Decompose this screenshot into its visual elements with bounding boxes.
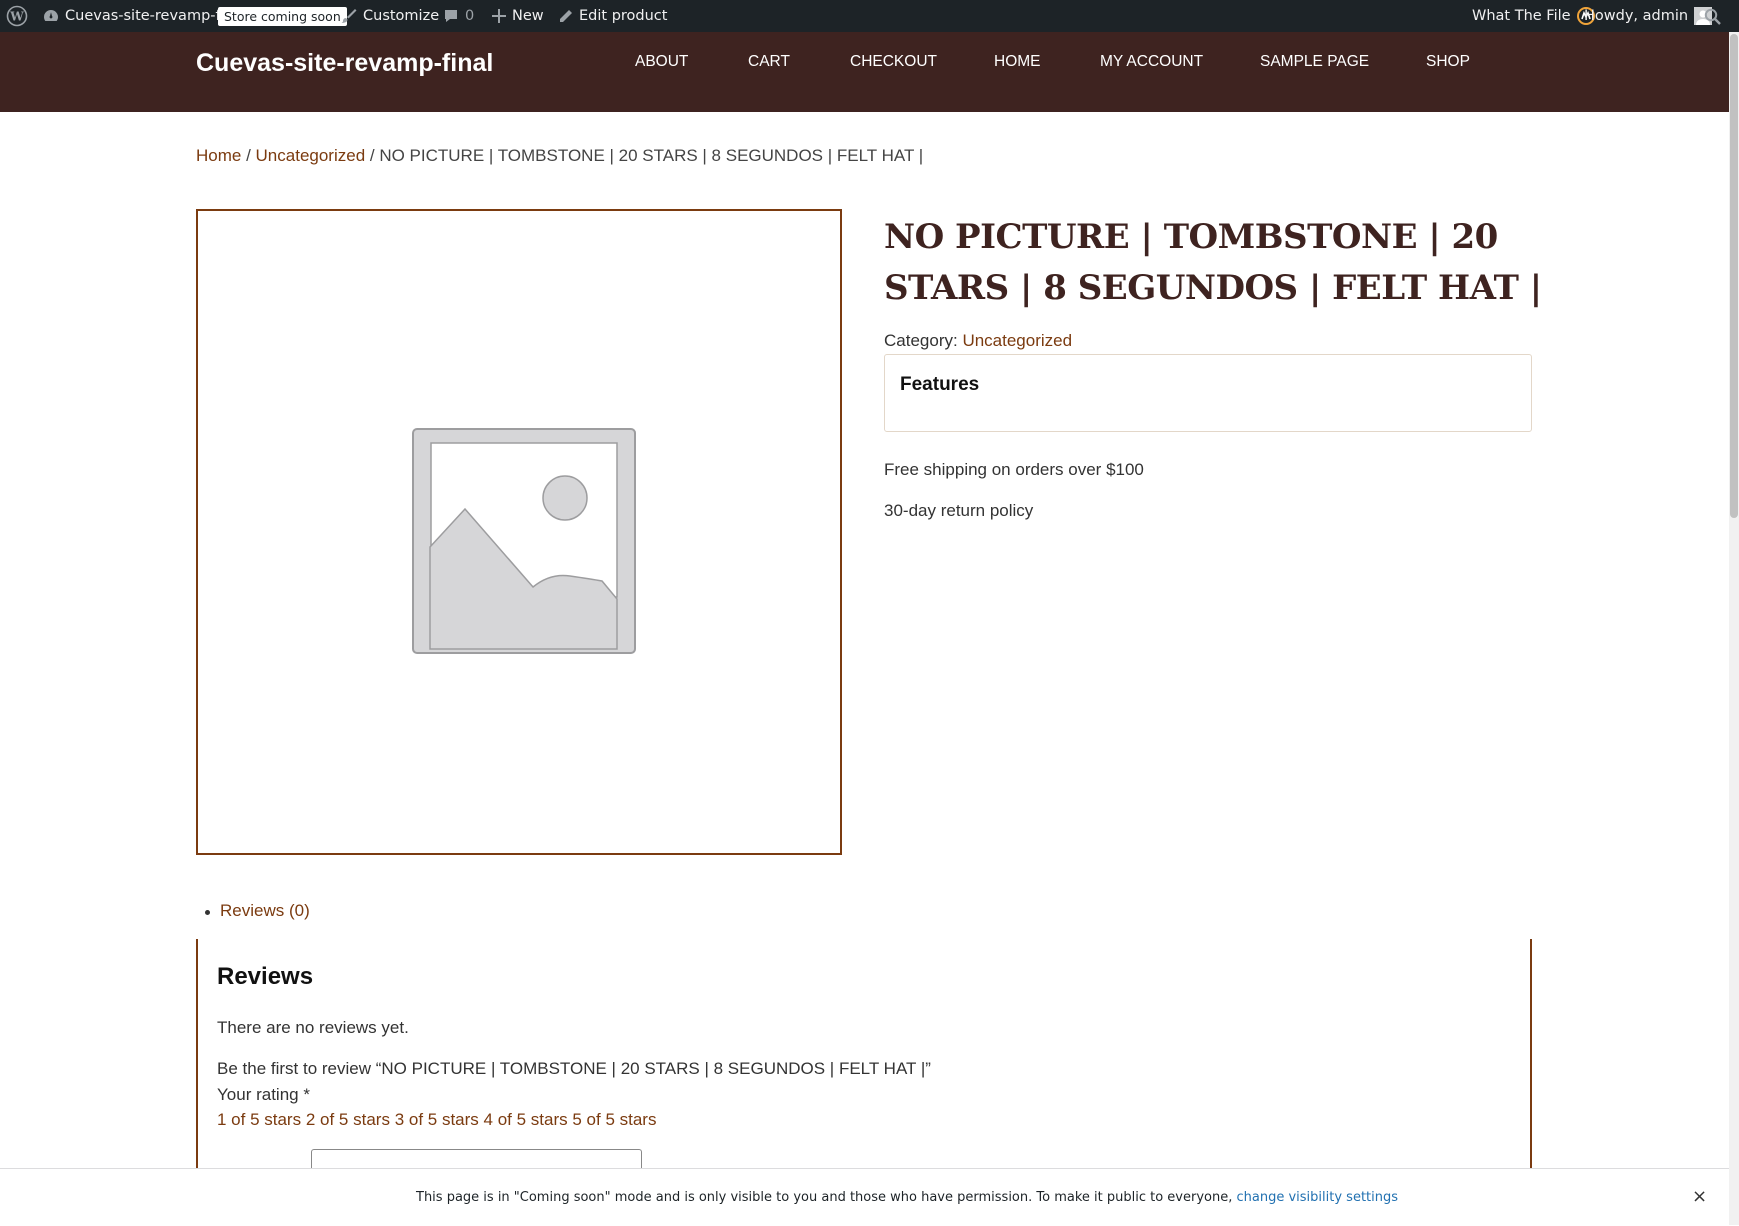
- new-content-link[interactable]: New: [492, 0, 544, 32]
- plus-icon: [492, 9, 506, 23]
- breadcrumb-separator: /: [365, 146, 380, 165]
- notice-text: This page is in "Coming soon" mode and i…: [416, 1190, 1237, 1205]
- return-policy: 30-day return policy: [884, 501, 1034, 520]
- what-the-file-link[interactable]: What The File: [1472, 0, 1595, 32]
- admin-search-icon[interactable]: [1704, 0, 1721, 32]
- site-title[interactable]: Cuevas-site-revamp-final: [196, 49, 493, 78]
- breadcrumb-separator: /: [241, 146, 256, 165]
- star-2-link[interactable]: 2 of 5 stars: [306, 1110, 390, 1129]
- customize-label: Customize: [363, 8, 440, 24]
- breadcrumb-category-link[interactable]: Uncategorized: [256, 146, 366, 165]
- breadcrumb-current: NO PICTURE | TOMBSTONE | 20 STARS | 8 SE…: [379, 146, 924, 165]
- product-image[interactable]: [196, 209, 842, 855]
- nav-item-cart[interactable]: CART: [748, 53, 790, 71]
- nav-item-checkout[interactable]: CHECKOUT: [850, 53, 937, 71]
- comments-count: 0: [465, 8, 475, 24]
- edit-product-link[interactable]: Edit product: [558, 0, 667, 32]
- howdy-label: Howdy, admin: [1584, 8, 1689, 24]
- product-category: Category: Uncategorized: [884, 331, 1072, 351]
- new-label: New: [512, 8, 544, 24]
- nav-item-home[interactable]: HOME: [994, 53, 1041, 71]
- what-the-file-label: What The File: [1472, 8, 1571, 24]
- reviews-title: Reviews: [217, 963, 314, 990]
- nav-item-shop[interactable]: SHOP: [1426, 53, 1470, 71]
- star-1-link[interactable]: 1 of 5 stars: [217, 1110, 301, 1129]
- edit-product-label: Edit product: [579, 8, 668, 24]
- features-box: Features: [884, 354, 1532, 432]
- paintbrush-icon: [341, 9, 357, 23]
- comments-link[interactable]: 0: [443, 0, 474, 32]
- category-link[interactable]: Uncategorized: [962, 331, 1072, 350]
- wordpress-logo-icon[interactable]: W: [6, 0, 28, 32]
- store-coming-soon-badge[interactable]: Store coming soon: [218, 0, 347, 32]
- nav-item-my-account[interactable]: MY ACCOUNT: [1100, 53, 1203, 71]
- your-rating-label: Your rating *: [217, 1085, 310, 1104]
- star-4-link[interactable]: 4 of 5 stars: [484, 1110, 568, 1129]
- store-badge-label: Store coming soon: [218, 6, 347, 26]
- shipping-info: Free shipping on orders over $100: [884, 460, 1144, 479]
- dashboard-icon: [44, 10, 58, 21]
- nav-item-about[interactable]: ABOUT: [635, 53, 688, 71]
- image-placeholder-icon: [412, 428, 636, 654]
- category-label: Category:: [884, 331, 963, 350]
- star-rating: 1 of 5 stars 2 of 5 stars 3 of 5 stars 4…: [217, 1110, 656, 1130]
- pencil-icon: [560, 9, 572, 22]
- tab-bullet: [205, 910, 210, 915]
- notice-text-wrap: This page is in "Coming soon" mode and i…: [416, 1190, 1398, 1205]
- be-first-text: Be the first to review “NO PICTURE | TOM…: [217, 1059, 931, 1078]
- star-3-link[interactable]: 3 of 5 stars: [395, 1110, 479, 1129]
- account-menu[interactable]: Howdy, admin: [1584, 0, 1713, 32]
- breadcrumb-home-link[interactable]: Home: [196, 146, 241, 165]
- comment-icon: [445, 10, 457, 22]
- customize-link[interactable]: Customize: [341, 0, 439, 32]
- reviews-panel: [196, 939, 1532, 1169]
- admin-site-link[interactable]: Cuevas-site-revamp-final: [43, 0, 247, 32]
- no-reviews-text: There are no reviews yet.: [217, 1018, 409, 1037]
- features-title: Features: [900, 374, 980, 395]
- close-icon[interactable]: ×: [1692, 1186, 1707, 1207]
- admin-bar: W Cuevas-site-revamp-final Store coming …: [0, 0, 1739, 32]
- breadcrumb: Home / Uncategorized / NO PICTURE | TOMB…: [196, 146, 923, 166]
- change-visibility-link[interactable]: change visibility settings: [1237, 1190, 1399, 1205]
- tab-reviews[interactable]: Reviews (0): [220, 901, 310, 921]
- product-title: NO PICTURE | TOMBSTONE | 20 STARS | 8 SE…: [884, 217, 1542, 308]
- scrollbar-thumb[interactable]: [1730, 34, 1738, 518]
- star-5-link[interactable]: 5 of 5 stars: [572, 1110, 656, 1129]
- svg-text:W: W: [9, 10, 24, 24]
- nav-item-sample-page[interactable]: SAMPLE PAGE: [1260, 53, 1369, 71]
- coming-soon-notice: This page is in "Coming soon" mode and i…: [0, 1168, 1729, 1226]
- site-header: Cuevas-site-revamp-final ABOUT CART CHEC…: [0, 32, 1729, 112]
